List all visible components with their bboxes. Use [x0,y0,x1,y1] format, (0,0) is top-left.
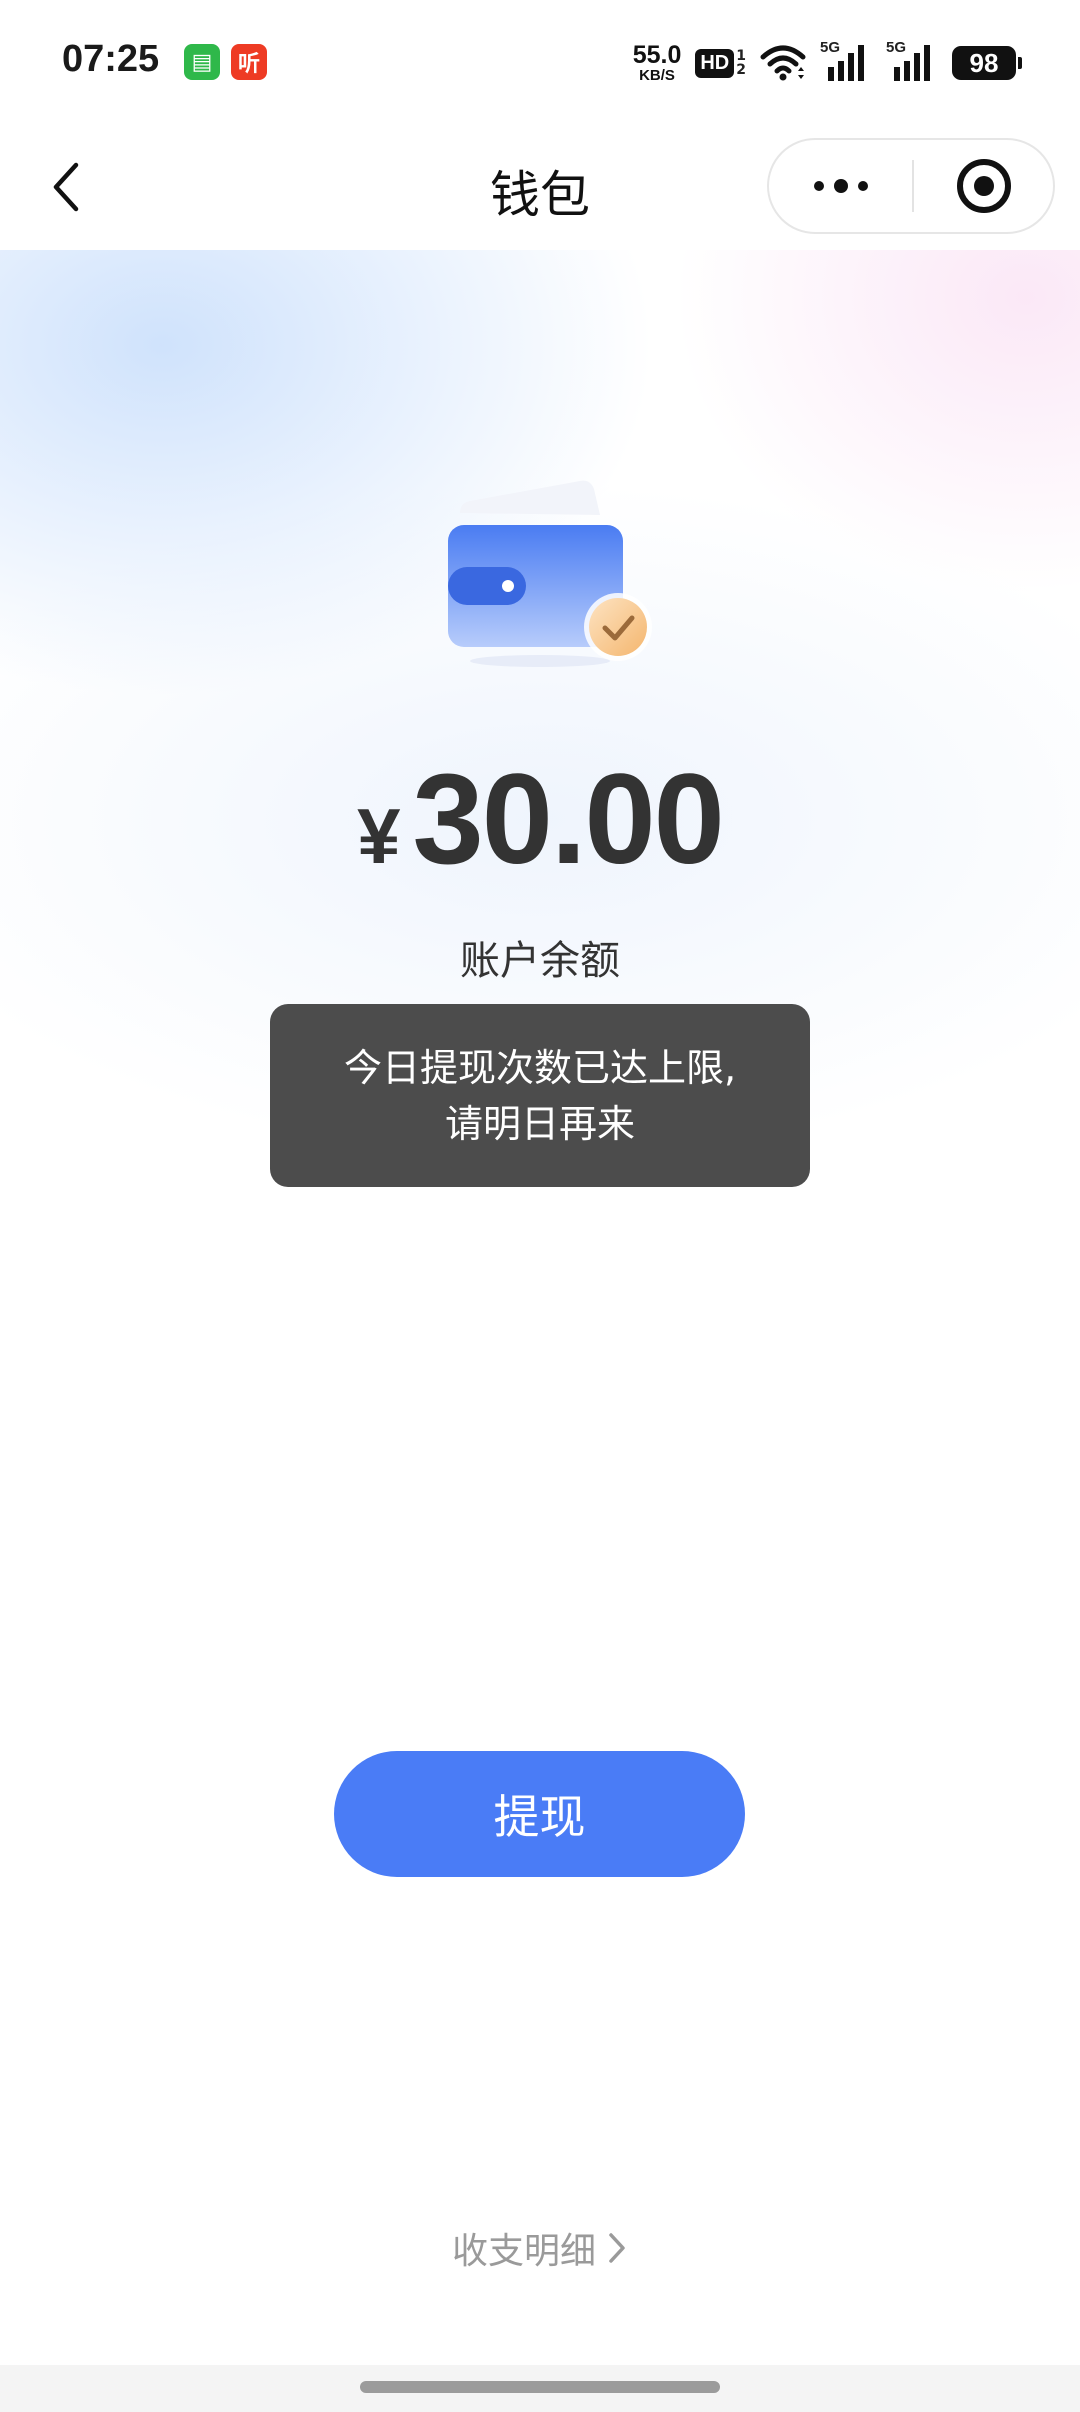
chevron-right-icon [606,2231,628,2265]
more-dots-icon [813,179,868,193]
hd-label: HD [695,48,735,78]
battery-level: 98 [969,47,999,78]
wifi-icon [760,45,806,81]
network-speed: 55.0 KB/S [632,41,682,84]
balance-label: 账户余额 [460,938,620,984]
toast-message: 今日提现次数已达上限, 请明日再来 [270,1004,810,1187]
hd-sub-top: 1 [736,48,746,64]
close-miniprogram-button[interactable] [914,140,1053,232]
gesture-bar [0,2365,1080,2412]
hd-sim-numbers: 1 2 [736,49,746,77]
toast-line-1: 今日提现次数已达上限, [343,1045,737,1090]
currency-symbol: ¥ [357,792,401,880]
navigation-bar: 钱包 [0,125,1080,250]
network-speed-unit: KB/S [639,67,675,84]
battery-icon: 98 [952,46,1022,80]
message-app-icon: ▤ [184,44,220,80]
status-bar: 07:25 ▤ 听 55.0 KB/S HD 1 2 5G 5G 98 [0,0,1080,125]
target-circle-icon [956,159,1011,213]
miniprogram-capsule [767,138,1055,234]
network-speed-value: 55.0 [632,41,682,69]
home-indicator[interactable] [360,2381,720,2393]
status-time: 07:25 [62,38,160,80]
balance-value: 30.00 [412,748,725,891]
more-button[interactable] [769,140,912,232]
balance-amount: ¥ 30.00 [0,748,1080,891]
toast-line-2: 请明日再来 [444,1101,635,1146]
withdraw-button[interactable]: 提现 [334,1751,745,1877]
transaction-details-label: 收支明细 [451,2231,596,2272]
transaction-details-link[interactable]: 收支明细 [0,2222,1080,2274]
hd-voice-icon: HD 1 2 [695,48,746,78]
signal-strength-icon-sim2: 5G [886,39,938,85]
status-indicators: 55.0 KB/S HD 1 2 5G 5G 98 [632,38,1022,88]
wallet-icon [448,480,652,667]
signal-strength-icon-sim1: 5G [820,39,872,85]
hd-sub-bottom: 2 [736,62,746,78]
listen-app-icon: 听 [231,44,267,80]
